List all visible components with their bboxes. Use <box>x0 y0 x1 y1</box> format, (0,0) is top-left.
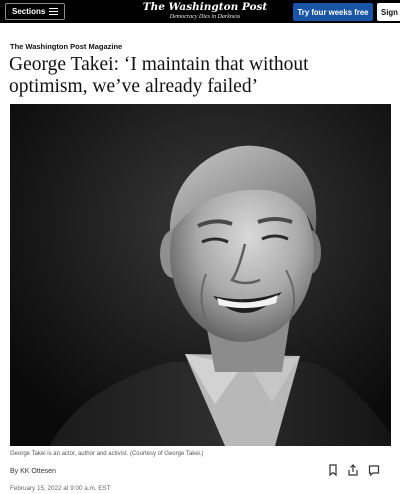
hamburger-icon <box>49 8 59 15</box>
section-kicker[interactable]: The Washington Post Magazine <box>10 42 122 51</box>
sections-menu-button[interactable]: Sections <box>5 3 66 20</box>
share-icon[interactable] <box>346 463 360 477</box>
top-navigation-bar: Sections The Washington Post Democracy D… <box>0 0 400 23</box>
logo-text: The Washington Post <box>142 1 268 13</box>
photo-caption: George Takei is an actor, author and act… <box>10 451 204 457</box>
author-link[interactable]: KK Ottesen <box>20 468 56 475</box>
byline-prefix: By <box>10 468 19 475</box>
subscribe-trial-button[interactable]: Try four weeks free <box>293 3 373 21</box>
publish-date: February 15, 2022 at 9:00 a.m. EST <box>10 485 111 492</box>
bookmark-icon[interactable] <box>326 463 340 477</box>
byline: By KK Ottesen <box>10 468 56 475</box>
sections-label: Sections <box>12 7 46 16</box>
sign-in-button[interactable]: Sign <box>377 3 400 21</box>
article-headline: George Takei: ‘I maintain that without o… <box>9 54 309 97</box>
logo-tagline: Democracy Dies in Darkness <box>169 14 241 20</box>
washington-post-logo[interactable]: The Washington Post Democracy Dies in Da… <box>140 1 270 21</box>
article-hero-photo <box>10 104 391 446</box>
portrait-photo-image <box>10 104 391 446</box>
comment-icon[interactable] <box>367 463 381 477</box>
